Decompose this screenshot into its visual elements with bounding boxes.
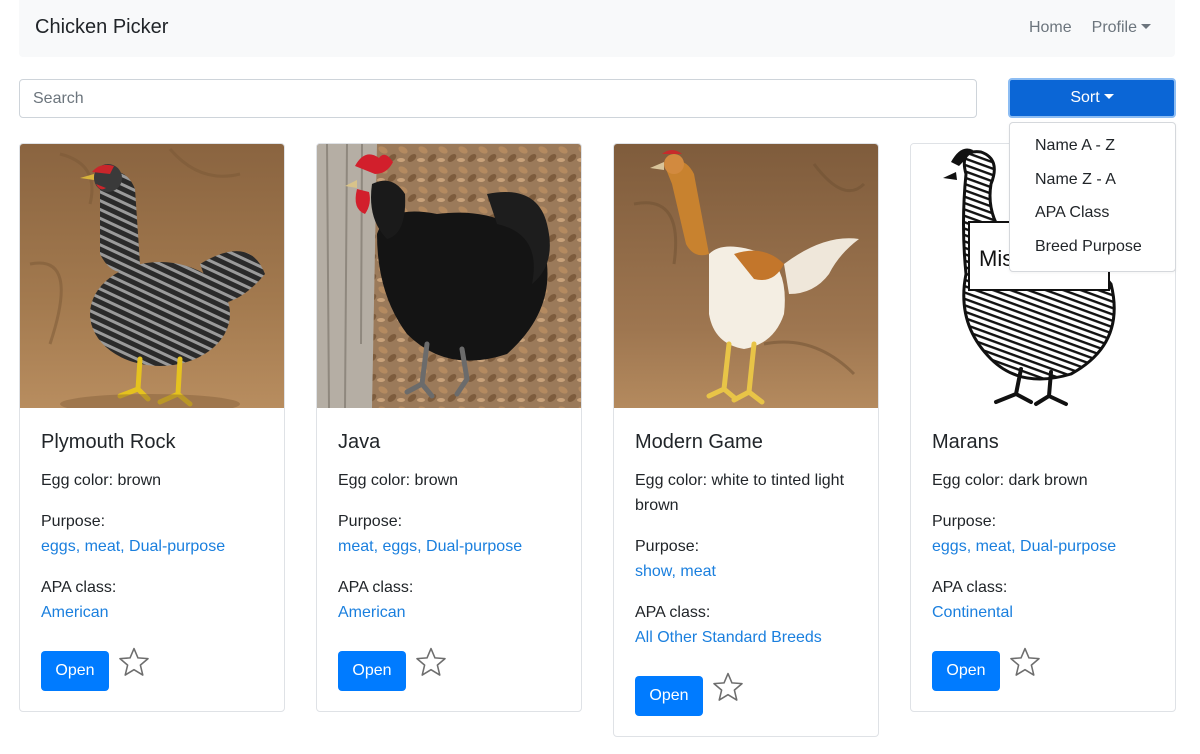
purpose-label: Purpose:	[635, 538, 700, 555]
egg-color: Egg color: white to tinted light brown	[635, 472, 845, 514]
apa-class-value: Continental	[932, 604, 1013, 621]
nav-home-link[interactable]: Home	[1029, 19, 1072, 37]
apa-class-value: American	[41, 604, 109, 621]
card-body: Marans Egg color: dark brown Purpose: eg…	[911, 408, 1175, 711]
card-actions: Open	[932, 647, 1155, 691]
nav-profile-dropdown[interactable]: Profile	[1092, 19, 1151, 37]
sort-dropdown-menu: Name A - Z Name Z - A APA Class Breed Pu…	[1009, 122, 1176, 272]
star-icon[interactable]	[117, 645, 151, 679]
sort-button-label: Sort	[1070, 89, 1100, 106]
apa-class-section: APA class: All Other Standard Breeds	[635, 600, 858, 650]
card-actions: Open	[635, 672, 858, 716]
star-icon[interactable]	[414, 645, 448, 679]
sort-option-apa-class[interactable]: APA Class	[1010, 202, 1175, 236]
brand-title[interactable]: Chicken Picker	[35, 16, 168, 39]
purpose-value: show, meat	[635, 563, 716, 580]
egg-color: Egg color: brown	[41, 472, 162, 489]
open-button[interactable]: Open	[338, 651, 406, 691]
star-icon[interactable]	[1008, 645, 1042, 679]
card-body: Modern Game Egg color: white to tinted l…	[614, 408, 878, 736]
egg-color: Egg color: dark brown	[932, 472, 1088, 489]
java-image	[317, 144, 581, 408]
nav-links: Home Profile	[1029, 19, 1151, 37]
breed-name: Modern Game	[635, 431, 763, 453]
card-actions: Open	[41, 647, 264, 691]
breed-card: Java Egg color: brown Purpose: meat, egg…	[316, 143, 582, 712]
sort-option-breed-purpose[interactable]: Breed Purpose	[1010, 236, 1175, 270]
apa-class-section: APA class: American	[41, 575, 264, 625]
purpose-value: meat, eggs, Dual-purpose	[338, 538, 523, 555]
apa-class-label: APA class:	[41, 579, 117, 596]
apa-class-section: APA class: American	[338, 575, 561, 625]
breed-name: Marans	[932, 431, 999, 453]
purpose-value: eggs, meat, Dual-purpose	[932, 538, 1117, 555]
nav-profile-label: Profile	[1091, 19, 1137, 36]
apa-class-section: APA class: Continental	[932, 575, 1155, 625]
purpose-label: Purpose:	[932, 513, 997, 530]
breed-card: Plymouth Rock Egg color: brown Purpose: …	[19, 143, 285, 712]
apa-class-label: APA class:	[338, 579, 414, 596]
navbar: Chicken Picker Home Profile	[19, 0, 1175, 57]
breed-name: Java	[338, 431, 381, 453]
purpose-section: Purpose: meat, eggs, Dual-purpose	[338, 509, 561, 559]
plymouth-rock-image	[20, 144, 284, 408]
open-button[interactable]: Open	[932, 651, 1000, 691]
apa-class-label: APA class:	[932, 579, 1008, 596]
breed-name: Plymouth Rock	[41, 431, 176, 453]
card-actions: Open	[338, 647, 561, 691]
card-body: Java Egg color: brown Purpose: meat, egg…	[317, 408, 581, 711]
open-button[interactable]: Open	[635, 676, 703, 716]
open-button[interactable]: Open	[41, 651, 109, 691]
apa-class-value: American	[338, 604, 406, 621]
caret-down-icon	[1103, 94, 1114, 99]
sort-option-name-asc[interactable]: Name A - Z	[1010, 135, 1175, 169]
sort-option-name-desc[interactable]: Name Z - A	[1010, 169, 1175, 203]
apa-class-value: All Other Standard Breeds	[635, 629, 822, 646]
caret-down-icon	[1141, 24, 1151, 29]
purpose-value: eggs, meat, Dual-purpose	[41, 538, 226, 555]
modern-game-image	[614, 144, 878, 408]
sort-button[interactable]: Sort	[1008, 78, 1176, 118]
search-input[interactable]	[19, 79, 977, 118]
egg-color: Egg color: brown	[338, 472, 459, 489]
purpose-section: Purpose: eggs, meat, Dual-purpose	[932, 509, 1155, 559]
purpose-section: Purpose: eggs, meat, Dual-purpose	[41, 509, 264, 559]
purpose-label: Purpose:	[338, 513, 403, 530]
purpose-section: Purpose: show, meat	[635, 534, 858, 584]
card-body: Plymouth Rock Egg color: brown Purpose: …	[20, 408, 284, 711]
star-icon[interactable]	[711, 670, 745, 704]
purpose-label: Purpose:	[41, 513, 106, 530]
breed-card: Modern Game Egg color: white to tinted l…	[613, 143, 879, 737]
apa-class-label: APA class:	[635, 604, 711, 621]
